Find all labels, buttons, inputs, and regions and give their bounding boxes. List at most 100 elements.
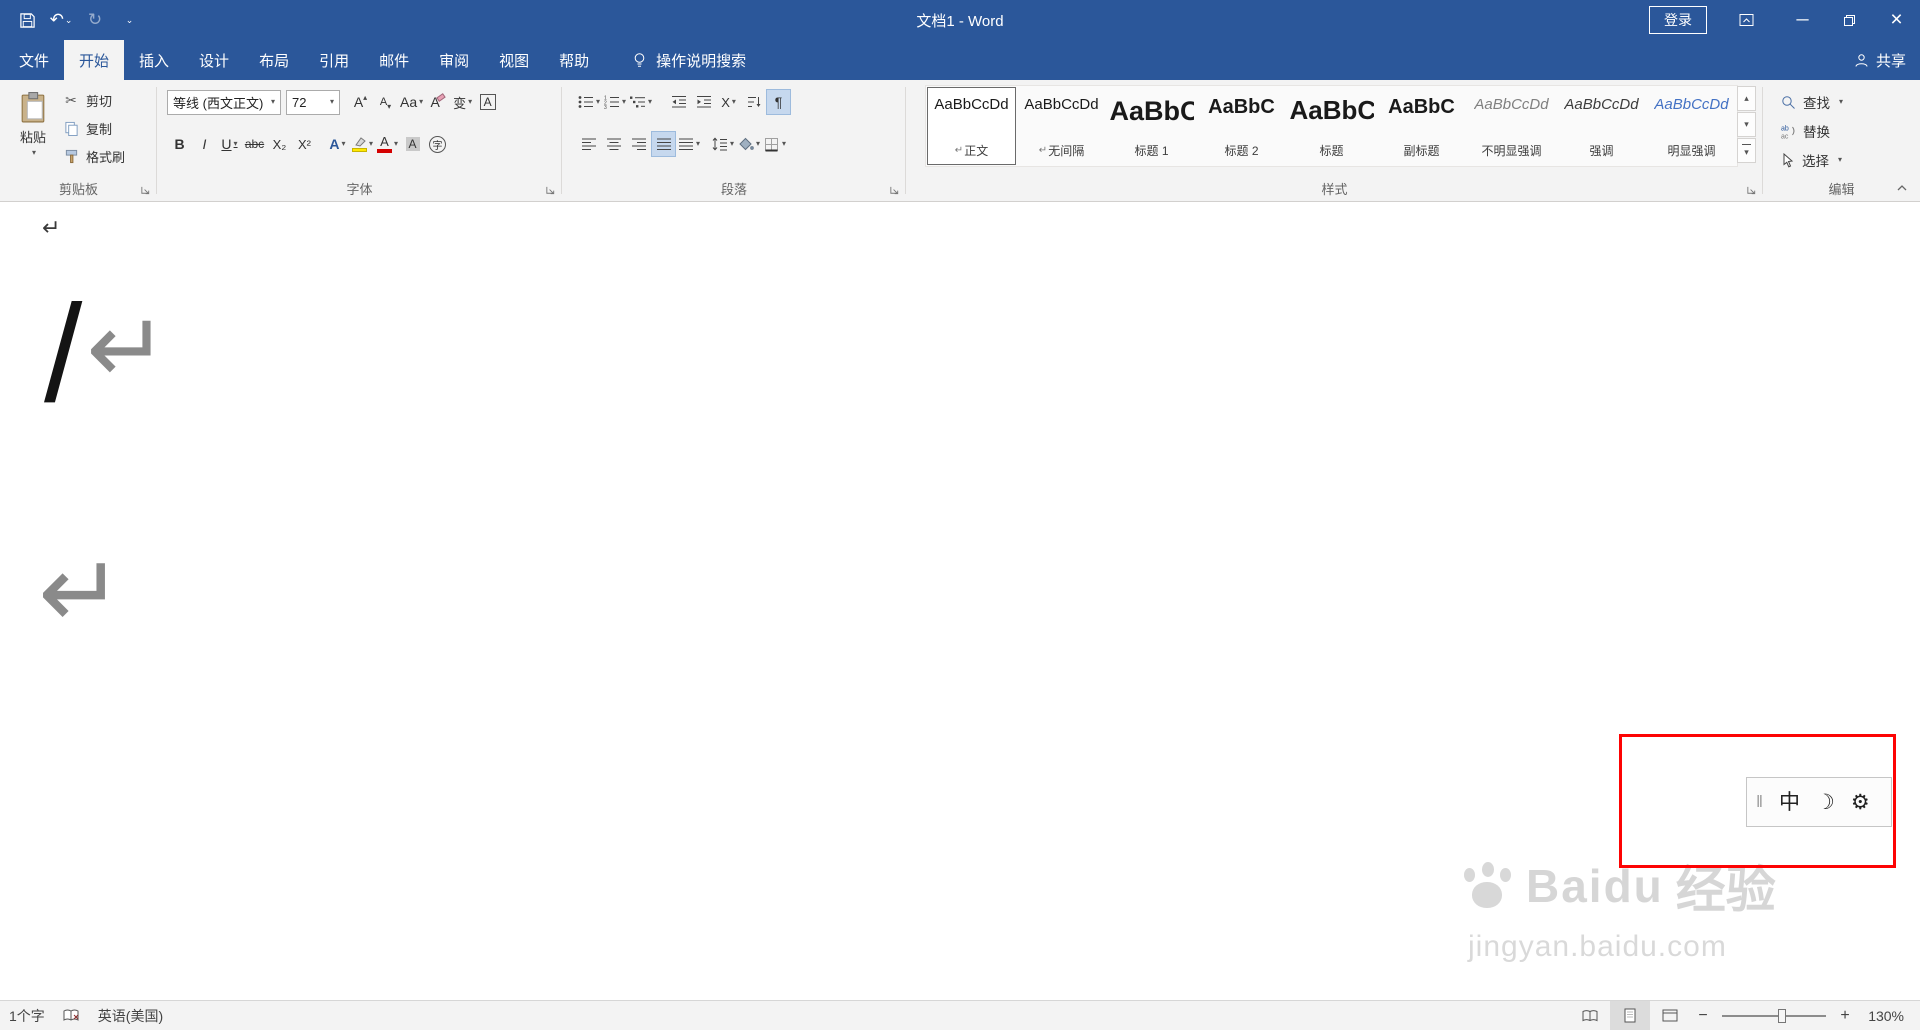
superscript-button[interactable]: X² [292,131,317,157]
drag-handle-icon[interactable]: ‖ [1756,792,1763,812]
zoom-level[interactable]: 130% [1858,1008,1920,1024]
tab-layout[interactable]: 布局 [244,40,304,80]
style-heading-2[interactable]: AaBbC 标题 2 [1197,87,1286,165]
character-border-button[interactable]: A [475,89,500,115]
style-intense-emphasis[interactable]: AaBbCcDd 明显强调 [1647,87,1736,165]
font-dialog-launcher[interactable] [543,183,557,197]
zoom-slider-thumb[interactable] [1778,1008,1786,1023]
align-left-button[interactable] [576,131,601,157]
style-normal[interactable]: AaBbCcDd ↵ 正文 [927,87,1016,165]
font-group-label: 字体 [346,182,373,197]
distribute-button[interactable]: ▾ [676,131,702,157]
style-title[interactable]: AaBbC 标题 [1287,87,1376,165]
styles-dialog-launcher[interactable] [1744,183,1758,197]
justify-button[interactable] [651,131,676,157]
undo-button[interactable]: ↶ ⌄ [46,5,76,35]
signin-button[interactable]: 登录 [1649,6,1707,34]
styles-more-button[interactable]: ▾ [1737,138,1756,163]
tab-home[interactable]: 开始 [64,40,125,80]
character-shading-button[interactable]: A [400,131,425,157]
zoom-in-button[interactable]: + [1832,1007,1858,1025]
font-name-combobox[interactable]: 等线 (西文正文) ▾ [167,89,281,115]
tab-help[interactable]: 帮助 [544,40,604,80]
tab-references[interactable]: 引用 [304,40,364,80]
zoom-slider[interactable] [1722,1008,1826,1023]
redo-button[interactable]: ↻ [80,5,110,35]
tab-review[interactable]: 审阅 [424,40,484,80]
spellcheck-status[interactable] [54,1001,89,1030]
restore-button[interactable] [1826,0,1873,40]
font-color-button[interactable]: A ▾ [375,131,400,157]
bullets-button[interactable]: ▾ [576,89,602,115]
tab-design[interactable]: 设计 [184,40,244,80]
style-subtitle[interactable]: AaBbC 副标题 [1377,87,1466,165]
change-case-button[interactable]: Aa ▾ [398,89,425,115]
print-layout-button[interactable] [1610,1001,1650,1030]
ribbon-display-options-button[interactable] [1731,5,1761,35]
subscript-button[interactable]: X₂ [267,131,292,157]
highlight-color-swatch [352,147,367,152]
borders-button[interactable]: ▾ [762,131,788,157]
save-button[interactable] [12,5,42,35]
asian-layout-button[interactable]: X ▾ [716,89,741,115]
chevron-down-icon: ▾ [730,139,735,148]
minimize-button[interactable]: ─ [1779,0,1826,40]
enclose-characters-button[interactable]: 字 [425,131,450,157]
shrink-font-button[interactable]: A ▾ [373,89,398,115]
gear-icon[interactable]: ⚙ [1851,792,1870,813]
replace-button[interactable]: ab ac 替换 [1781,119,1830,143]
format-painter-button[interactable]: 格式刷 [62,145,125,168]
customize-qat-button[interactable]: ⌄ [114,5,144,35]
multilevel-list-button[interactable]: ▾ [628,89,654,115]
style-no-spacing[interactable]: AaBbCcDd ↵ 无间隔 [1017,87,1106,165]
web-layout-button[interactable] [1650,1001,1690,1030]
shading-button[interactable]: ▾ [736,131,762,157]
font-size-combobox[interactable]: 72 ▾ [286,89,340,115]
highlight-color-button[interactable]: ▾ [350,131,375,157]
find-button[interactable]: 查找 ▾ [1781,90,1843,114]
paragraph-dialog-launcher[interactable] [887,183,901,197]
collapse-ribbon-button[interactable] [1893,181,1911,195]
line-spacing-button[interactable]: ▾ [710,131,736,157]
copy-button[interactable]: 复制 [62,117,125,140]
style-emphasis[interactable]: AaBbCcDd 强调 [1557,87,1646,165]
tell-me-search[interactable]: 操作说明搜索 [632,40,746,80]
close-button[interactable]: × [1873,0,1920,40]
select-button[interactable]: 选择 ▾ [1781,148,1842,172]
tab-view[interactable]: 视图 [484,40,544,80]
style-subtle-emphasis[interactable]: AaBbCcDd 不明显强调 [1467,87,1556,165]
tab-file[interactable]: 文件 [4,40,64,80]
zoom-out-button[interactable]: − [1690,1007,1716,1025]
grow-font-button[interactable]: A ▴ [348,89,373,115]
text-effects-button[interactable]: A ▾ [325,131,350,157]
caret-up-icon: ▴ [363,92,368,102]
clear-formatting-button[interactable]: A [425,89,450,115]
numbering-button[interactable]: 123 ▾ [602,89,628,115]
language-status[interactable]: 英语(美国) [89,1001,172,1030]
share-button[interactable]: 共享 [1854,40,1906,80]
clipboard-dialog-launcher[interactable] [138,183,152,197]
strikethrough-button[interactable]: abc [242,131,267,157]
underline-button[interactable]: U ▾ [217,131,242,157]
ime-mode-button[interactable]: 中 [1779,792,1800,813]
chevron-down-icon: ▾ [31,148,36,157]
align-right-button[interactable] [626,131,651,157]
sort-button[interactable] [741,89,766,115]
show-hide-marks-button[interactable]: ¶ [766,89,792,115]
paste-button[interactable]: 粘贴 ▾ [9,87,57,179]
moon-icon[interactable]: ☽ [1816,792,1835,813]
increase-indent-button[interactable] [691,89,716,115]
styles-scroll-up-button[interactable]: ▴ [1737,86,1756,111]
styles-scroll-down-button[interactable]: ▾ [1737,112,1756,137]
tab-mailings[interactable]: 邮件 [364,40,424,80]
decrease-indent-button[interactable] [666,89,691,115]
cut-button[interactable]: ✂ 剪切 [62,89,125,112]
italic-button[interactable]: I [192,131,217,157]
tab-insert[interactable]: 插入 [124,40,184,80]
word-count-status[interactable]: 1个字 [0,1001,54,1030]
style-heading-1[interactable]: AaBbC 标题 1 [1107,87,1196,165]
read-mode-button[interactable] [1570,1001,1610,1030]
phonetic-guide-button[interactable]: 变 ▾ [450,89,475,115]
bold-button[interactable]: B [167,131,192,157]
align-center-button[interactable] [601,131,626,157]
